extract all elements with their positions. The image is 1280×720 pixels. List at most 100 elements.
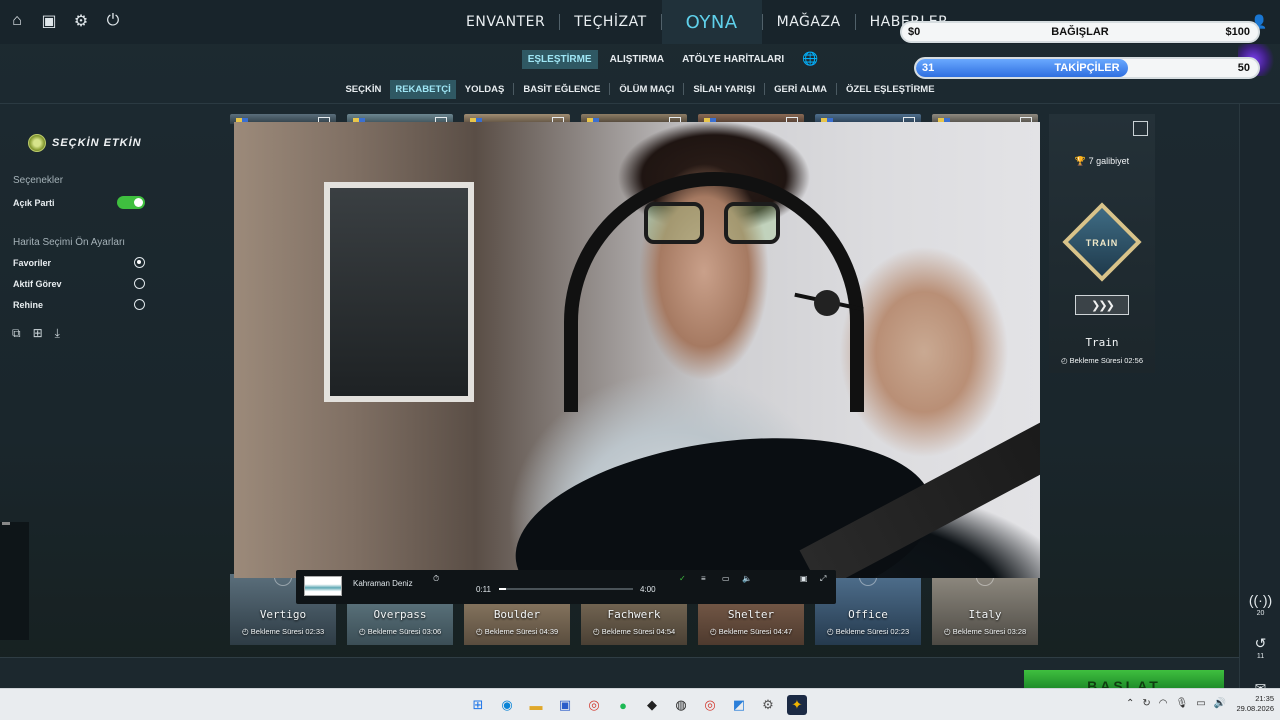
preset-favorites-radio[interactable] [134,257,145,268]
featured-map-name: Train [1085,336,1119,349]
device-icon[interactable]: ▭ [722,574,730,583]
globe-icon[interactable]: 🌐 [802,51,818,67]
taskbar-apps: ⊞ ◉ ▬ ▣ ◎ ● ◆ ◍ ◎ ◩ ⚙ ✦ [468,695,807,715]
clock-icon: ◴ [709,627,717,636]
map-cooldown-text: Bekleme Süresi 03:28 [952,627,1027,636]
timer-icon[interactable]: ⏱ [433,574,439,584]
nav-store[interactable]: MAĞAZA [763,14,855,30]
preset-active-duty-radio[interactable] [134,278,145,289]
mode-deathmatch[interactable]: ÖLÜM MAÇI [614,80,679,99]
gear-icon[interactable]: ⚙ [72,12,90,30]
app-icon[interactable]: ◆ [642,695,662,715]
miniplayer-icon[interactable]: ▣ [800,574,808,583]
donation-goal-bar: $0 BAĞIŞLAR $100 [900,21,1260,43]
clock-time: 21:35 [1255,694,1274,703]
mode-competitive[interactable]: REKABETÇİ [390,79,456,99]
map-cooldown-text: Bekleme Süresi 04:39 [484,627,559,636]
preset-hostage-radio[interactable] [134,299,145,310]
home-icon[interactable]: ⌂ [8,12,26,30]
tray-chevron-icon[interactable]: ⌃ [1126,698,1134,709]
map-cooldown: ◴ Bekleme Süresi 03:28 [932,627,1038,636]
preset-active-duty-row[interactable]: Aktif Görev [13,278,145,289]
taskbar-clock[interactable]: 21:35 29.08.2026 [1226,694,1274,714]
map-name: Italy [968,608,1002,621]
settings-icon[interactable]: ⚙ [758,695,778,715]
power-icon[interactable]: ⏻ [104,12,122,30]
tray-display-icon[interactable]: ▭ [1196,698,1205,709]
featured-map-cooldown-text: Bekleme Süresi 02:56 [1069,356,1143,365]
featured-map-card[interactable]: 🏆 7 galibiyet TRAIN ❯❯❯ Train ◴ Bekleme … [1049,114,1155,373]
grid-icon[interactable]: ⊞ [33,326,43,341]
nav-play[interactable]: OYNA [661,0,762,44]
map-select-checkbox[interactable] [1133,121,1148,136]
mode-separator [764,83,766,95]
map-cooldown: ◴ Bekleme Süresi 04:39 [464,627,570,636]
rail-history[interactable]: ↺ 11 [1240,635,1280,660]
map-cooldown-text: Bekleme Süresi 03:06 [367,627,442,636]
chrome-icon[interactable]: ◎ [700,695,720,715]
mode-arms-race[interactable]: SİLAH YARIŞI [688,80,760,99]
map-cooldown-text: Bekleme Süresi 02:23 [835,627,910,636]
system-tray: ⌃ ↻ ◠ 🎙 ▭ 🔊 [1126,698,1226,709]
mode-retake[interactable]: GERİ ALMA [769,80,832,99]
tab-practice[interactable]: ALIŞTIRMA [604,50,670,69]
windows-start-icon[interactable]: ⊞ [468,695,488,715]
rail-broadcast[interactable]: ((·)) 20 [1240,592,1280,617]
edge-icon[interactable]: ◉ [497,695,517,715]
fullscreen-icon[interactable]: ⤢ [820,574,826,584]
check-icon[interactable]: ✓ [679,574,686,583]
tab-workshop-maps[interactable]: ATÖLYE HARİTALARI [676,50,790,69]
seek-bar[interactable] [499,588,633,590]
copy-icon[interactable]: ⧉ [12,326,21,341]
cs2-icon[interactable]: ✦ [787,695,807,715]
left-panel: SEÇKİN ETKİN Seçenekler Açık Parti Harit… [0,104,230,664]
start-button[interactable]: BAŞLAT [1024,670,1224,688]
webcam-window-shape [324,182,474,402]
tv-icon[interactable]: ▣ [40,12,58,30]
preset-favorites-row[interactable]: Favoriler [13,257,145,268]
spotify-icon[interactable]: ● [613,695,633,715]
tray-volume-icon[interactable]: 🔊 [1214,698,1226,709]
premier-badge-icon [28,134,46,152]
photo-icon[interactable]: ◩ [729,695,749,715]
webcam-mic-shape [814,290,840,316]
mode-casual[interactable]: BASİT EĞLENCE [518,80,605,99]
mode-premier[interactable]: SEÇKİN [340,80,386,99]
nav-loadout[interactable]: TEÇHİZAT [560,14,660,30]
file-explorer-icon[interactable]: ▬ [526,695,546,715]
mode-separator [836,83,838,95]
map-cooldown-text: Bekleme Süresi 04:47 [718,627,793,636]
tray-mic-icon[interactable]: 🎙 [1176,698,1189,709]
featured-map-cooldown: ◴ Bekleme Süresi 02:56 [1049,356,1155,365]
volume-icon[interactable]: 🔈 [742,574,752,583]
map-name: Fachwerk [607,608,661,621]
sub-nav: EŞLEŞTİRME ALIŞTIRMA ATÖLYE HARİTALARI 🌐 [0,44,1280,74]
map-cooldown: ◴ Bekleme Süresi 02:33 [230,627,336,636]
tray-update-icon[interactable]: ↻ [1142,698,1150,709]
preset-hostage-row[interactable]: Rehine [13,299,145,310]
clock-icon: ◴ [358,627,366,636]
clock-icon: ◴ [1060,356,1068,365]
track-title: Kahraman Deniz [353,579,413,588]
main-nav: ENVANTER TEÇHİZAT OYNA MAĞAZA HABERLER [452,0,962,44]
wins-label: 🏆 7 galibiyet [1049,156,1155,167]
map-card[interactable]: Italy ◴ Bekleme Süresi 03:28 [932,574,1038,645]
mode-wingman[interactable]: YOLDAŞ [460,80,510,99]
map-name: Vertigo [259,608,307,621]
download-icon[interactable]: ⤓ [55,326,60,341]
obs-icon[interactable]: ◍ [671,695,691,715]
store-icon[interactable]: ▣ [555,695,575,715]
mode-separator [683,83,685,95]
map-name: Overpass [373,608,427,621]
start-button-label: BAŞLAT [1087,678,1161,688]
queue-icon[interactable]: ≡ [701,574,706,583]
open-party-toggle[interactable] [117,196,145,209]
rank-chevron-icon: ❯❯❯ [1075,295,1129,315]
tab-matchmaking[interactable]: EŞLEŞTİRME [521,49,598,69]
nav-inventory[interactable]: ENVANTER [452,14,559,30]
chrome-icon[interactable]: ◎ [584,695,604,715]
tray-wifi-icon[interactable]: ◠ [1159,698,1168,709]
mode-nav: SEÇKİN REKABETÇİ YOLDAŞ BASİT EĞLENCE ÖL… [0,77,1280,101]
map-cooldown-text: Bekleme Süresi 02:33 [250,627,325,636]
mode-custom[interactable]: ÖZEL EŞLEŞTİRME [841,80,940,99]
